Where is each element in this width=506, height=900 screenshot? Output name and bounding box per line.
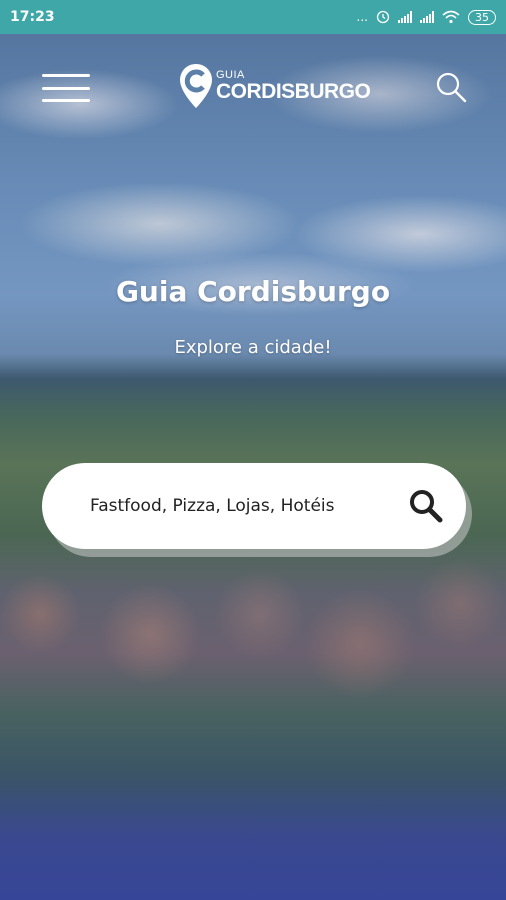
search-bar [42,463,466,549]
menu-line [42,86,90,90]
search-button-icon[interactable] [408,488,444,524]
signal-icon-2 [420,11,434,23]
location-pin-icon [180,64,212,108]
status-icons: ... 35 [356,9,496,25]
app-logo: GUIA CORDISBURGO [178,62,371,110]
town-landscape [0,554,506,704]
more-dots-icon: ... [356,10,368,24]
app-header: GUIA CORDISBURGO [0,34,506,134]
page-title: Guia Cordisburgo [115,275,391,308]
status-time: 17:23 [10,9,55,25]
logo-big-text: CORDISBURGO [216,80,371,103]
battery-icon: 35 [468,9,496,25]
status-bar: 17:23 ... 35 [0,0,506,34]
menu-line [42,74,90,77]
search-input[interactable] [90,496,374,516]
menu-button[interactable] [42,74,90,102]
page-subtitle: Explore a cidade! [174,337,332,358]
alarm-icon [376,10,390,24]
signal-icon [398,11,412,23]
search-icon[interactable] [434,70,468,104]
wifi-icon [442,10,460,24]
menu-line [42,99,90,102]
